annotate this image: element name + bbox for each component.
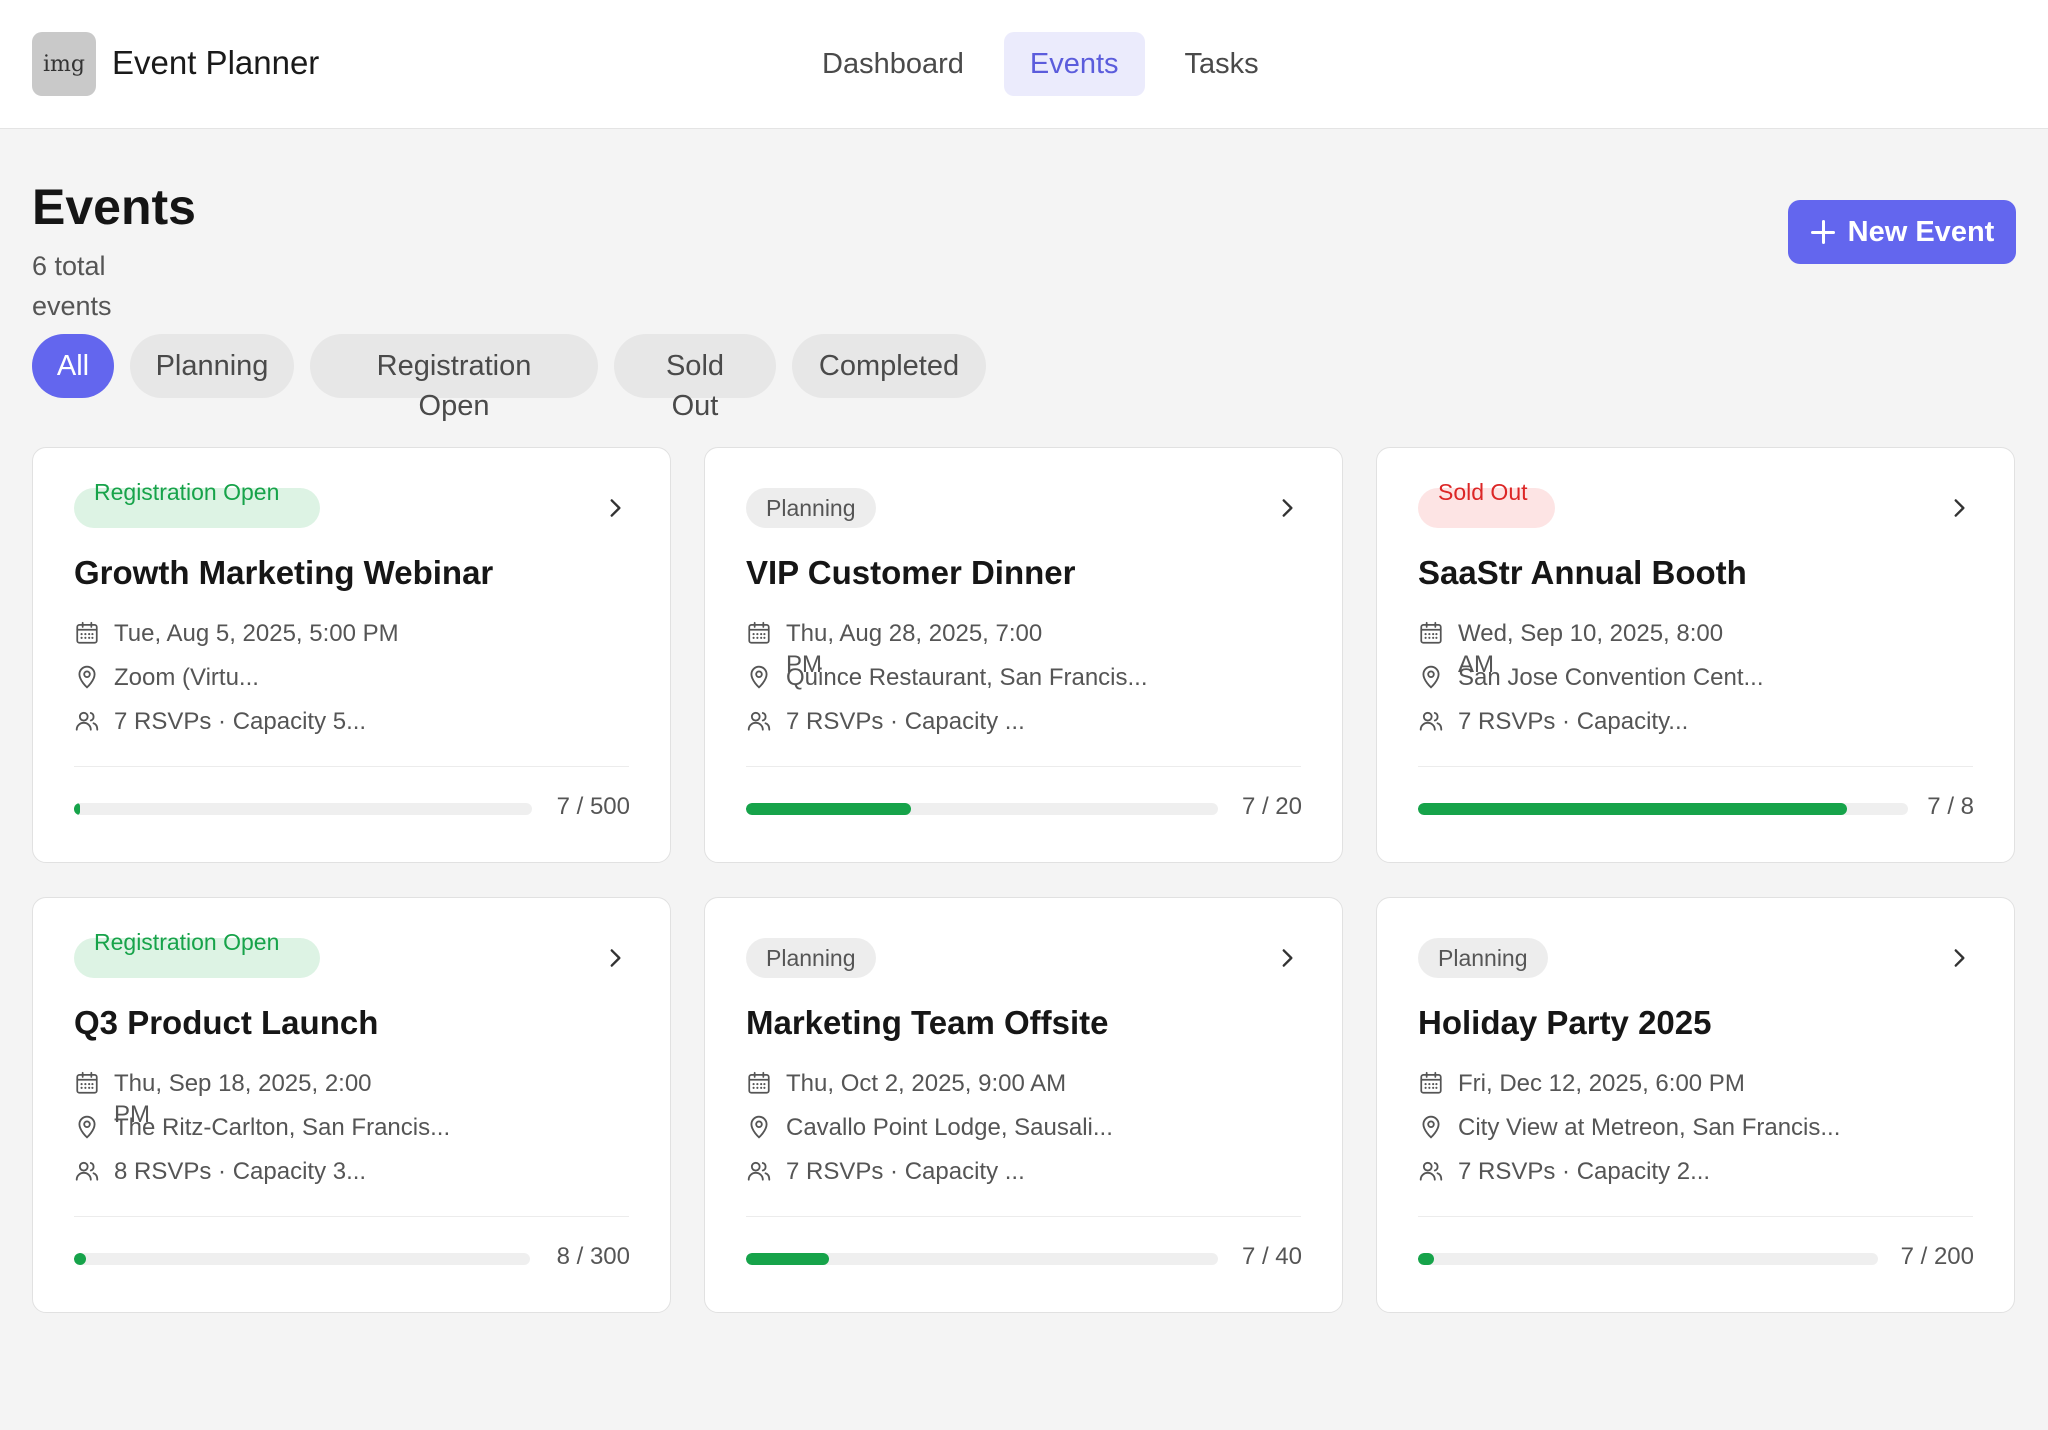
event-date: Tue, Aug 5, 2025, 5:00 PM: [114, 620, 399, 647]
card-divider: [746, 766, 1301, 767]
rsvp-count: 7 / 20: [1241, 793, 1302, 820]
status-badge: Planning: [1418, 938, 1548, 978]
card-divider: [1418, 766, 1973, 767]
rsvp-progress-fill: [1418, 1253, 1435, 1265]
event-rsvps: 7 RSVPs · Capacity ...: [786, 1158, 1025, 1185]
nav-tasks[interactable]: Tasks: [1159, 32, 1285, 96]
rsvp-count: 7 / 500: [556, 793, 630, 820]
calendar-icon: [1418, 1070, 1444, 1096]
users-icon: [74, 1158, 100, 1184]
event-card[interactable]: Sold Out SaaStr Annual Booth Wed, Sep 10, …: [1376, 447, 2015, 863]
location-pin-icon: [746, 664, 772, 690]
users-icon: [746, 1158, 772, 1184]
card-divider: [746, 1216, 1301, 1217]
event-rsvps: 8 RSVPs · Capacity 3...: [114, 1158, 367, 1185]
rsvp-count: 8 / 300: [556, 1243, 630, 1270]
card-divider: [74, 766, 629, 767]
rsvp-progress-bar: [746, 1253, 1218, 1265]
status-badge: Planning: [746, 488, 876, 528]
users-icon: [1418, 708, 1444, 734]
event-title: Growth Marketing Webinar: [74, 554, 494, 591]
calendar-icon: [74, 620, 100, 646]
event-rsvps: 7 RSVPs · Capacity 5...: [114, 708, 367, 735]
rsvp-progress-bar: [1418, 1253, 1878, 1265]
location-pin-icon: [74, 1114, 100, 1140]
rsvp-progress-bar: [74, 803, 532, 815]
page-title: Events: [32, 179, 196, 235]
nav-events[interactable]: Events: [1003, 32, 1145, 96]
event-location: City View at Metreon, San Francis...: [1458, 1114, 1841, 1141]
event-title: VIP Customer Dinner: [746, 554, 1076, 591]
event-location: Cavallo Point Lodge, Sausali...: [786, 1114, 1113, 1141]
chevron-right-icon[interactable]: [602, 495, 628, 521]
event-location: San Jose Convention Cent...: [1458, 664, 1764, 691]
rsvp-progress-bar: [1418, 803, 1908, 815]
location-pin-icon: [1418, 1114, 1444, 1140]
status-badge: Registration Open: [94, 929, 280, 955]
status-badge: Sold Out: [1438, 479, 1528, 505]
rsvp-progress-bar: [746, 803, 1218, 815]
event-title: Marketing Team Offsite: [746, 1004, 1109, 1041]
card-divider: [74, 1216, 629, 1217]
event-rsvps: 7 RSVPs · Capacity 2...: [1458, 1158, 1711, 1185]
new-event-label: New Event: [1847, 215, 1995, 248]
filter-sold-out[interactable]: Sold Out: [614, 334, 776, 422]
filter-registration-open[interactable]: Registration Open: [310, 334, 598, 422]
calendar-icon: [746, 1070, 772, 1096]
event-location: Zoom (Virtu...: [114, 664, 259, 691]
event-card[interactable]: Registration Open Growth Marketing Webina…: [32, 447, 671, 863]
top-bar: img Event Planner Dashboard Events Tasks: [0, 0, 2048, 129]
filter-planning[interactable]: Planning: [130, 334, 294, 398]
calendar-icon: [74, 1070, 100, 1096]
event-rsvps: 7 RSVPs · Capacity ...: [786, 708, 1025, 735]
event-card[interactable]: Planning Marketing Team Offsite Thu, Oct 2…: [704, 897, 1343, 1313]
calendar-icon: [1418, 620, 1444, 646]
event-location: Quince Restaurant, San Francis...: [786, 664, 1148, 691]
users-icon: [74, 708, 100, 734]
event-title: Q3 Product Launch: [74, 1004, 379, 1041]
event-date: Thu, Oct 2, 2025, 9:00 AM: [786, 1070, 1067, 1097]
rsvp-progress-bar: [74, 1253, 530, 1265]
status-badge: Registration Open: [94, 479, 280, 505]
rsvp-progress-fill: [74, 1253, 87, 1265]
app-logo: img: [32, 32, 96, 96]
event-card[interactable]: Planning VIP Customer Dinner Thu, Aug 28, …: [704, 447, 1343, 863]
users-icon: [746, 708, 772, 734]
chevron-right-icon[interactable]: [1274, 945, 1300, 971]
location-pin-icon: [1418, 664, 1444, 690]
event-card[interactable]: Planning Holiday Party 2025 Fri, Dec 12, 2…: [1376, 897, 2015, 1313]
nav-dashboard[interactable]: Dashboard: [796, 32, 990, 96]
chevron-right-icon[interactable]: [1946, 945, 1972, 971]
status-badge: Planning: [746, 938, 876, 978]
event-rsvps: 7 RSVPs · Capacity...: [1458, 708, 1689, 735]
main-nav: Dashboard Events Tasks: [796, 32, 1285, 96]
chevron-right-icon[interactable]: [1946, 495, 1972, 521]
event-title: Holiday Party 2025: [1418, 1004, 1712, 1041]
chevron-right-icon[interactable]: [1274, 495, 1300, 521]
location-pin-icon: [74, 664, 100, 690]
calendar-icon: [746, 620, 772, 646]
event-date: Fri, Dec 12, 2025, 6:00 PM: [1458, 1070, 1745, 1097]
rsvp-count: 7 / 8: [1927, 793, 1974, 820]
rsvp-progress-fill: [746, 1253, 829, 1265]
rsvp-progress-fill: [746, 803, 912, 815]
plus-icon: [1810, 219, 1836, 245]
rsvp-count: 7 / 40: [1241, 1243, 1302, 1270]
app-title: Event Planner: [112, 44, 320, 81]
rsvp-count: 7 / 200: [1900, 1243, 1974, 1270]
event-location: The Ritz-Carlton, San Francis...: [114, 1114, 451, 1141]
users-icon: [1418, 1158, 1444, 1184]
page-subtitle: 6 total events: [32, 251, 112, 321]
event-card[interactable]: Registration Open Q3 Product Launch Thu, S…: [32, 897, 671, 1313]
rsvp-progress-fill: [1418, 803, 1847, 815]
card-divider: [1418, 1216, 1973, 1217]
rsvp-progress-fill: [74, 803, 81, 815]
filter-completed[interactable]: Completed: [792, 334, 986, 398]
chevron-right-icon[interactable]: [602, 945, 628, 971]
new-event-button[interactable]: New Event: [1788, 200, 2016, 264]
filter-all[interactable]: All: [32, 334, 114, 398]
event-title: SaaStr Annual Booth: [1418, 554, 1747, 591]
location-pin-icon: [746, 1114, 772, 1140]
